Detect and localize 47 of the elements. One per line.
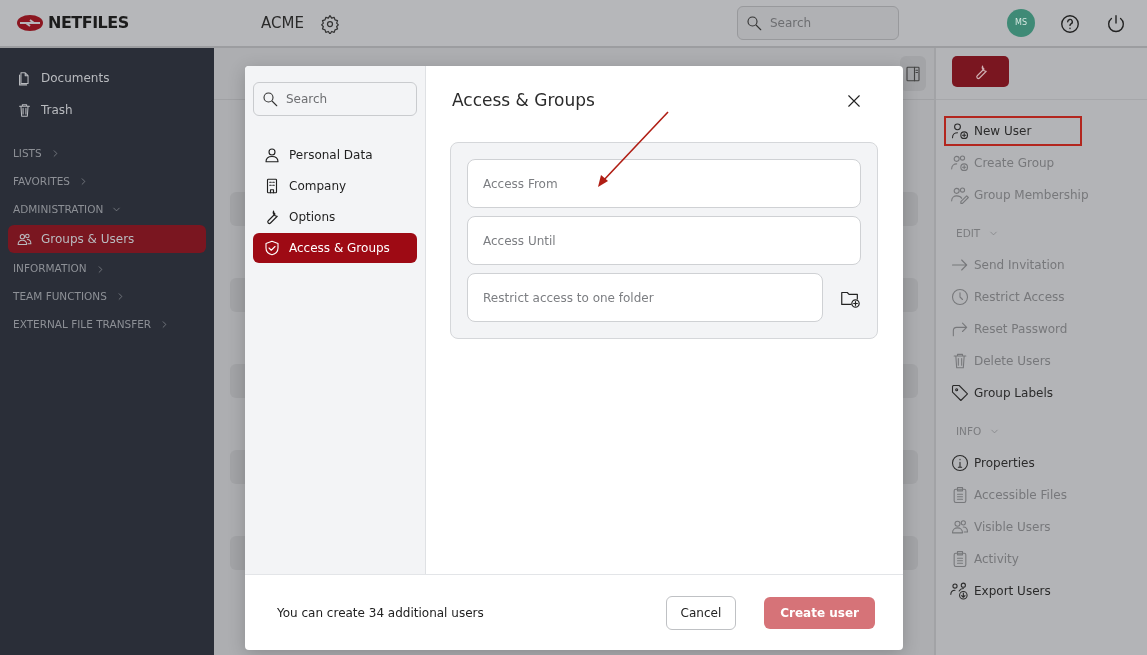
action-item[interactable]: Export Users: [944, 575, 1139, 606]
users-download-icon: [950, 580, 970, 601]
logo-icon: [16, 14, 44, 32]
search-icon: [261, 90, 279, 108]
input-field[interactable]: Access Until: [467, 216, 861, 265]
users-edit-icon: [950, 185, 970, 205]
panel-icon: [904, 65, 922, 83]
power-icon: [1105, 12, 1127, 35]
search-field[interactable]: Search: [737, 6, 899, 40]
input-field[interactable]: Access From: [467, 159, 861, 208]
dialog-nav-item[interactable]: Company: [253, 171, 417, 201]
sidebar-section[interactable]: INFORMATION: [8, 257, 206, 281]
user-avatar[interactable]: MS: [1007, 9, 1035, 37]
sidebar-item[interactable]: Groups & Users: [8, 225, 206, 254]
settings-icon: [319, 13, 340, 34]
dialog-nav-item[interactable]: Access & Groups: [253, 233, 417, 263]
person-icon: [263, 146, 281, 164]
trash-icon: [16, 101, 33, 119]
tools-button[interactable]: [952, 56, 1009, 87]
dialog-title: Access & Groups: [452, 89, 595, 111]
user-plus-icon: [950, 121, 970, 141]
workspace-name: ACME: [261, 12, 304, 34]
sidebar-item[interactable]: Trash: [8, 96, 206, 124]
dialog-nav-item[interactable]: Personal Data: [253, 140, 417, 170]
search-field[interactable]: Search: [253, 82, 417, 116]
sidebar-section[interactable]: TEAM FUNCTIONS: [8, 285, 206, 309]
brand-name: NETFILES: [48, 12, 129, 34]
shield-check-icon: [263, 239, 281, 257]
clock-icon: [950, 286, 970, 307]
action-item[interactable]: New User: [944, 116, 1082, 146]
action-item[interactable]: Properties: [944, 447, 1139, 478]
sidebar-section[interactable]: EXTERNAL FILE TRANSFER: [8, 312, 206, 337]
info-icon: [950, 452, 970, 473]
tag-icon: [950, 382, 970, 403]
panel-toggle-button[interactable]: [900, 56, 926, 91]
footer-note: You can create 34 additional users: [277, 604, 484, 622]
search-icon: [745, 14, 763, 32]
input-field[interactable]: Restrict access to one folder: [467, 273, 823, 322]
help-icon: [1059, 12, 1081, 35]
sidebar-section[interactable]: ADMINISTRATION: [8, 197, 206, 222]
sidebar-item[interactable]: Documents: [8, 64, 206, 92]
action-item[interactable]: Group Labels: [944, 377, 1139, 408]
dialog-nav-item[interactable]: Options: [253, 202, 417, 232]
sidebar-section[interactable]: LISTS: [8, 142, 206, 166]
sidebar-section[interactable]: FAVORITES: [8, 169, 206, 194]
cancel-button[interactable]: Cancel: [665, 595, 737, 630]
users-plus-icon: [950, 153, 970, 173]
